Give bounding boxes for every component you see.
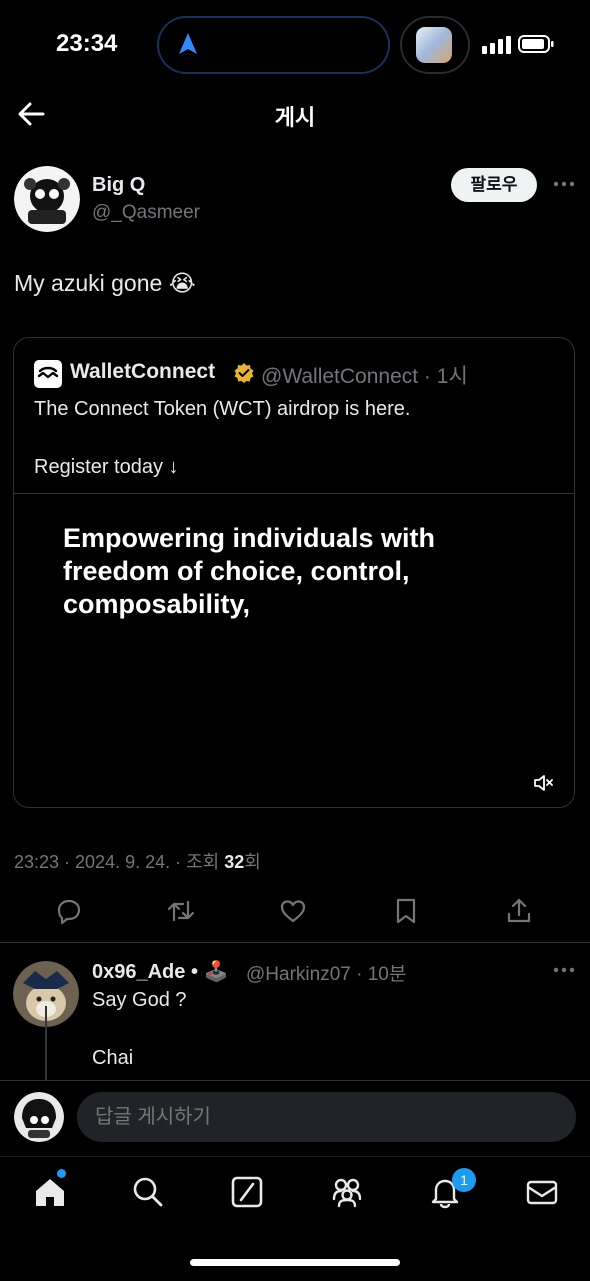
quoted-author-name[interactable]: WalletConnect [70,360,215,384]
page-title: 게시 [274,105,316,130]
video-caption-text: Empowering individuals with freedom of c… [63,523,436,619]
quoted-author-handle: @WalletConnect · 1시 [261,365,468,388]
author-name[interactable]: Big Q [92,174,145,197]
share-icon[interactable] [504,896,534,926]
signal-icon [482,36,511,54]
divider [0,942,590,943]
dynamic-island [157,16,390,74]
navigation-arrow-icon [179,33,197,54]
view-count: 32 [224,852,245,872]
quoted-post-text-cta: Register today ↓ [34,456,179,478]
verified-badge-icon [234,363,254,383]
follow-button[interactable]: 팔로우 [451,168,537,202]
post-timestamp-views: 23:23 · 2024. 9. 24. · 조회 32회 [14,848,261,874]
notification-count-badge: 1 [452,1168,476,1192]
reply-icon[interactable] [54,896,84,926]
home-indicator[interactable] [190,1259,400,1266]
current-user-avatar[interactable] [14,1092,64,1142]
reply-author-name[interactable]: 0x96_Ade • 🕹️ [92,959,228,984]
search-icon[interactable] [131,1175,165,1209]
view-count-unit: 회 [244,852,261,872]
like-icon[interactable] [278,896,308,926]
battery-icon [518,35,554,53]
post-timestamp: 23:23 · 2024. 9. 24. · 조회 [14,852,225,872]
bookmark-icon[interactable] [391,896,421,926]
reply-input[interactable] [77,1092,576,1142]
communities-icon[interactable] [330,1175,364,1209]
grok-icon[interactable] [230,1175,264,1209]
repost-icon[interactable] [166,896,196,926]
messages-icon[interactable] [525,1175,559,1209]
thread-line [45,1006,47,1080]
reply-text-continued: Chai [92,1047,134,1069]
reply-author-handle: @Harkinz07 · 10분 [246,964,407,985]
post-text: My azuki gone 😭 [14,270,196,296]
author-handle[interactable]: @_Qasmeer [92,202,200,224]
status-time: 23:34 [56,30,118,57]
reply-more-options-icon[interactable] [552,966,576,974]
author-avatar[interactable] [14,166,80,232]
home-new-indicator [57,1169,66,1178]
home-icon[interactable] [33,1175,67,1209]
muted-speaker-icon[interactable] [533,773,555,793]
now-playing-island [400,16,470,74]
reply-text: Say God ? [92,989,187,1011]
app-thumbnail [416,27,452,63]
walletconnect-logo-icon [34,360,62,388]
more-options-icon[interactable] [552,180,576,188]
quoted-post-text: The Connect Token (WCT) airdrop is here. [34,398,411,420]
